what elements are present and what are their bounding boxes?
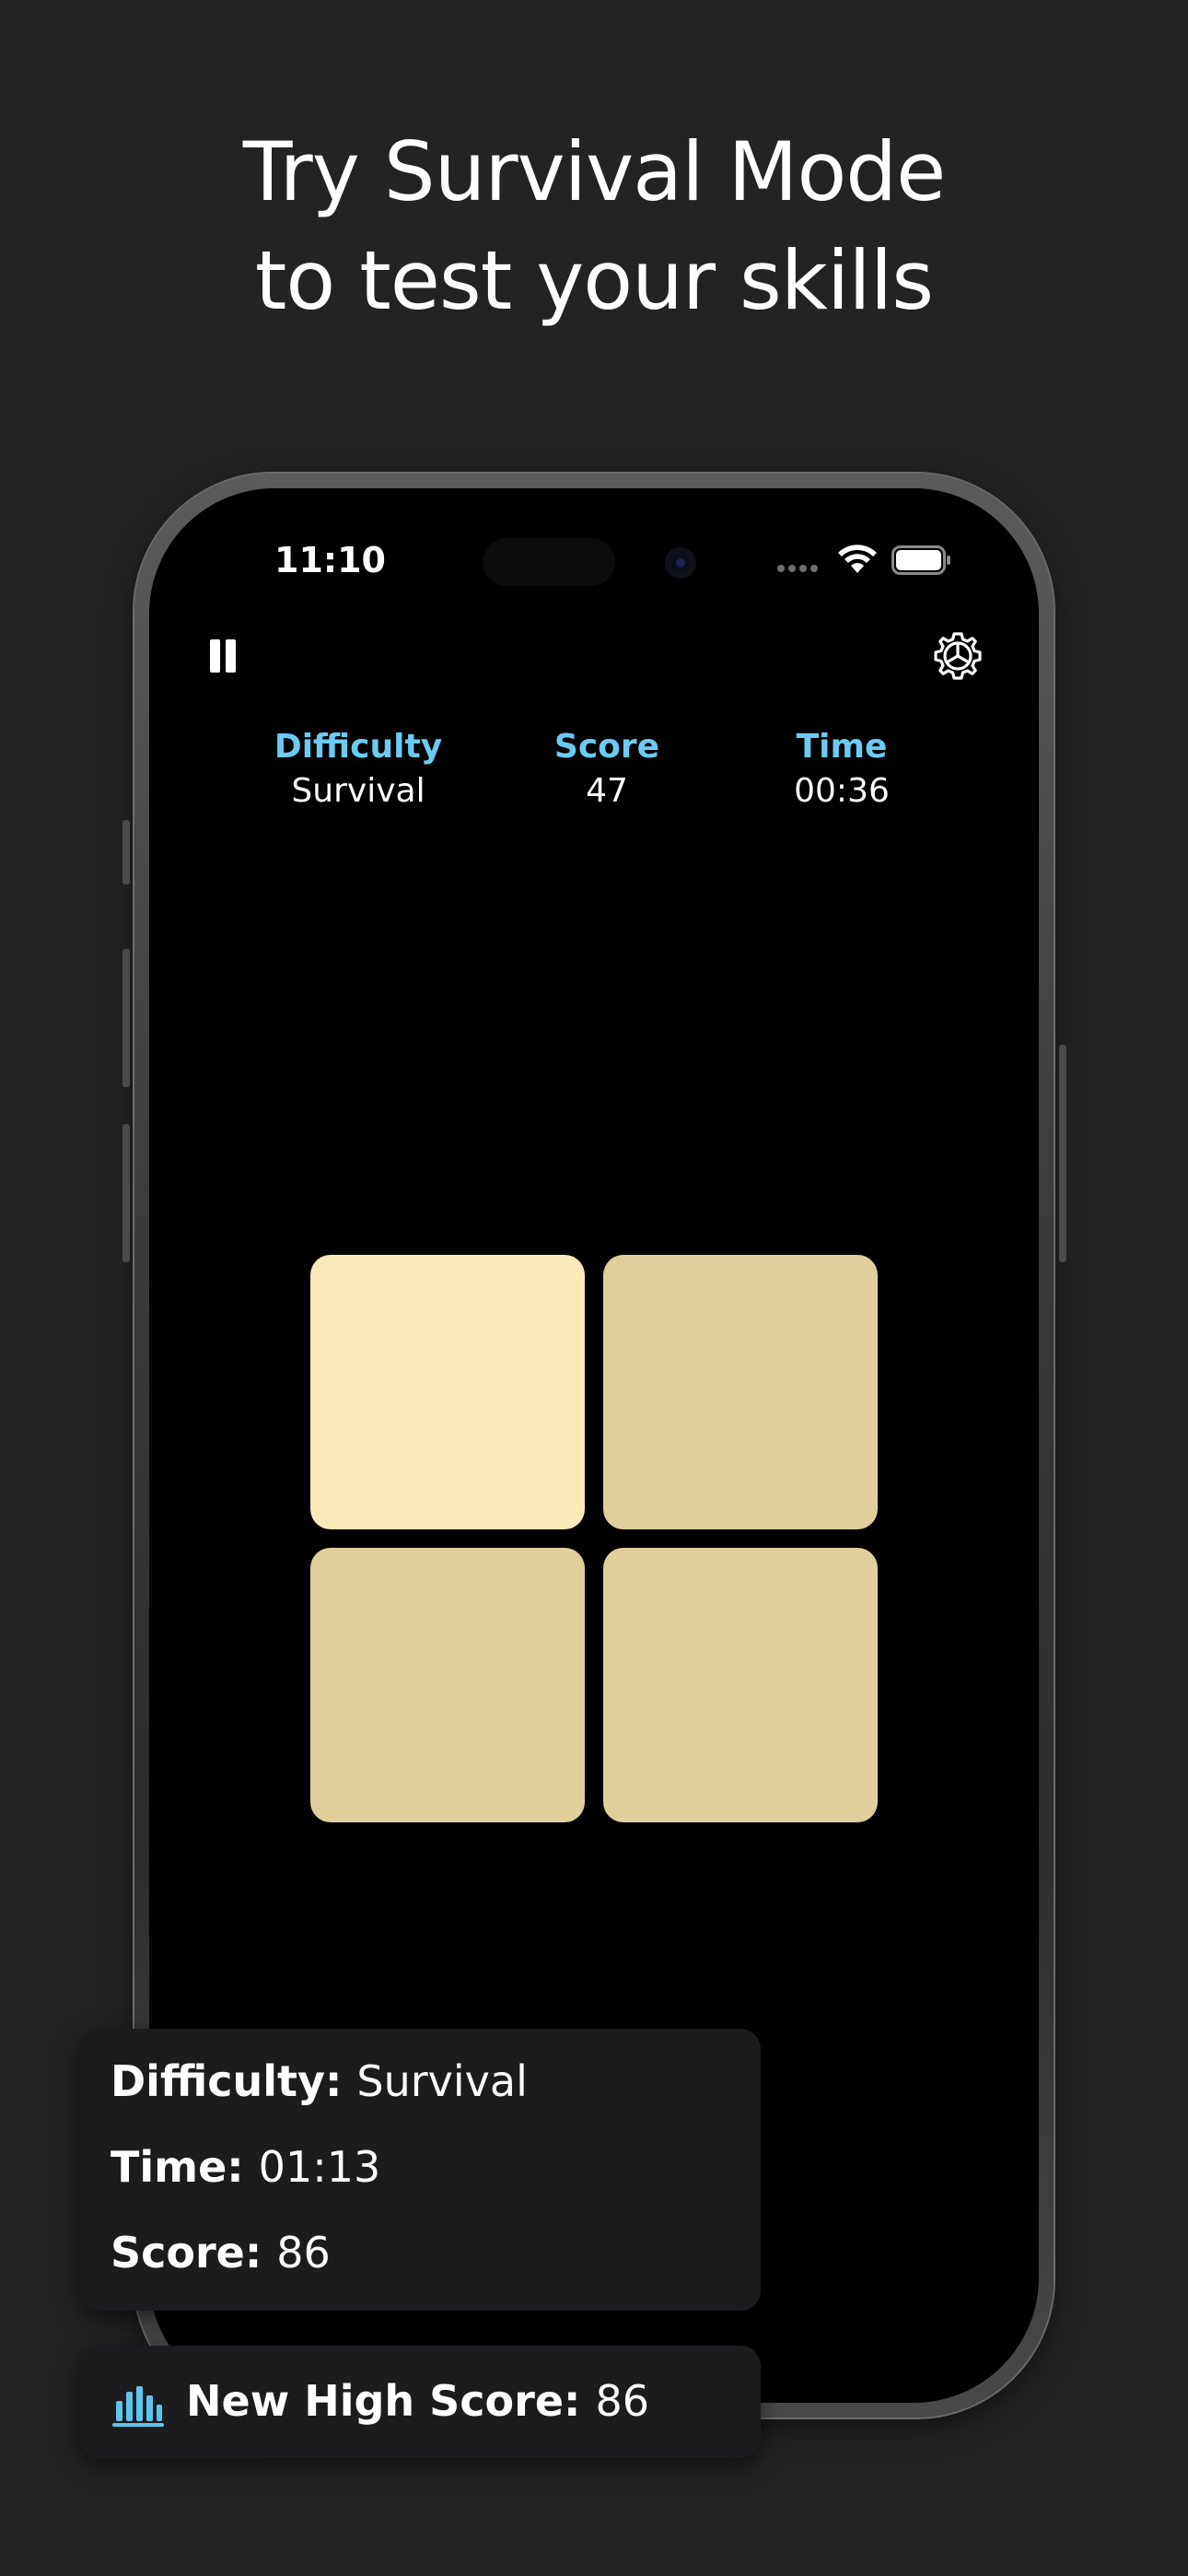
- result-time-value: 01:13: [258, 2142, 381, 2192]
- result-difficulty-row: Difficulty: Survival: [111, 2056, 528, 2106]
- gear-icon[interactable]: [932, 630, 984, 682]
- score-value: 47: [586, 772, 628, 810]
- tile-grid: [310, 1255, 879, 1824]
- pause-button[interactable]: [203, 636, 243, 676]
- camera-icon: [665, 547, 696, 579]
- difficulty-stat: Difficulty Survival: [257, 726, 460, 814]
- result-difficulty-value: Survival: [356, 2056, 528, 2106]
- result-score-row: Score: 86: [111, 2228, 331, 2277]
- headline-line-1: Try Survival Mode: [242, 124, 947, 219]
- result-card: Difficulty: Survival Time: 01:13 Score: 86: [79, 2029, 761, 2311]
- result-time-row: Time: 01:13: [111, 2142, 380, 2192]
- score-label: Score: [553, 728, 660, 766]
- time-stat: Time 00:36: [740, 726, 943, 814]
- score-stat: Score 47: [506, 726, 708, 814]
- result-score-value: 86: [276, 2228, 331, 2277]
- time-label: Time: [796, 728, 888, 766]
- headline: Try Survival Mode to test your skills: [0, 118, 1188, 335]
- result-difficulty-label: Difficulty:: [111, 2056, 343, 2106]
- volume-up-button: [122, 949, 130, 1087]
- result-time-label: Time:: [111, 2142, 244, 2192]
- difficulty-value: Survival: [291, 772, 425, 810]
- action-button: [122, 820, 130, 884]
- time-value: 00:36: [794, 772, 890, 810]
- dynamic-island: [483, 538, 615, 586]
- tile-bottom-right[interactable]: [603, 1548, 878, 1822]
- power-button: [1059, 1045, 1066, 1262]
- wifi-icon: [838, 544, 877, 573]
- tile-top-right[interactable]: [603, 1255, 878, 1529]
- high-score-label: New High Score:: [186, 2376, 581, 2426]
- tile-top-left[interactable]: [310, 1255, 585, 1529]
- difficulty-label: Difficulty: [274, 728, 443, 766]
- high-score-value: 86: [595, 2376, 649, 2426]
- result-score-label: Score:: [111, 2228, 262, 2277]
- app-store-screenshot: Try Survival Mode to test your skills 11…: [0, 0, 1188, 2576]
- battery-icon: [891, 545, 950, 575]
- headline-line-2: to test your skills: [254, 233, 934, 328]
- high-score-card: New High Score: 86: [79, 2346, 761, 2458]
- high-score-row: New High Score: 86: [186, 2376, 649, 2426]
- cellular-signal-icon: [777, 560, 823, 572]
- bar-chart-icon: [112, 2386, 164, 2427]
- tile-bottom-left[interactable]: [310, 1548, 585, 1822]
- volume-down-button: [122, 1124, 130, 1262]
- status-time: 11:10: [274, 540, 386, 580]
